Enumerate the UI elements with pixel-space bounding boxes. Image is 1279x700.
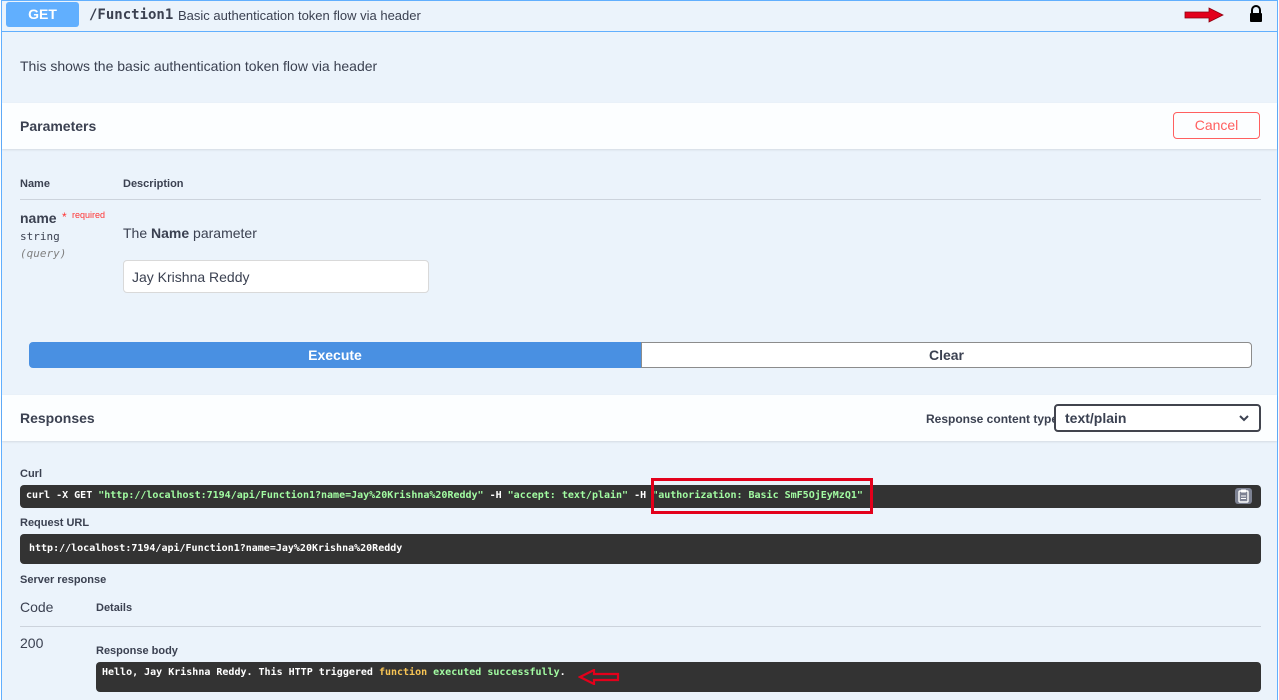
response-content-type-label: Response content type xyxy=(926,412,1059,426)
annotation-highlight-box xyxy=(651,478,873,514)
curl-h1: -H xyxy=(483,490,508,501)
body-part2: executed xyxy=(427,667,488,678)
selected-content-type: text/plain xyxy=(1065,410,1127,426)
curl-label: Curl xyxy=(20,468,42,480)
curl-accept: "accept: text/plain" xyxy=(507,490,629,501)
cancel-button[interactable]: Cancel xyxy=(1173,112,1260,139)
curl-cmd: curl -X GET xyxy=(26,490,99,501)
execute-button[interactable]: Execute xyxy=(29,342,641,368)
param-desc-prefix: The xyxy=(123,225,152,241)
curl-code-block[interactable]: curl -X GET "http://localhost:7194/api/F… xyxy=(20,485,1261,508)
param-desc-suffix: parameter xyxy=(189,225,257,241)
curl-url: "http://localhost:7194/api/Function1?nam… xyxy=(98,490,484,501)
request-url-block[interactable]: http://localhost:7194/api/Function1?name… xyxy=(20,534,1261,564)
operation-header[interactable]: GET /Function1 Basic authentication toke… xyxy=(2,1,1277,32)
response-body-label: Response body xyxy=(96,645,178,657)
name-input[interactable] xyxy=(123,260,429,293)
request-url-label: Request URL xyxy=(20,517,90,529)
body-part3: . xyxy=(559,667,566,678)
col-name-header: Name xyxy=(20,178,50,190)
endpoint-summary: Basic authentication token flow via head… xyxy=(178,8,421,23)
details-column-header: Details xyxy=(96,602,133,614)
col-description-header: Description xyxy=(123,178,184,190)
response-body-block[interactable]: Hello, Jay Krishna Reddy. This HTTP trig… xyxy=(96,662,1261,692)
responses-title: Responses xyxy=(20,410,95,426)
parameters-section-header: Parameters Cancel xyxy=(2,103,1277,149)
parameters-title: Parameters xyxy=(20,118,97,134)
curl-h2: -H xyxy=(628,490,653,501)
required-label: required xyxy=(72,210,106,220)
param-desc-bold: Name xyxy=(151,225,190,241)
required-star: * xyxy=(62,210,67,224)
param-type: string xyxy=(20,230,60,243)
copy-to-clipboard-icon[interactable] xyxy=(1235,488,1252,504)
operation-panel: GET /Function1 Basic authentication toke… xyxy=(1,0,1278,700)
annotation-arrow-left-icon xyxy=(578,669,620,685)
divider xyxy=(20,199,1261,200)
operation-description: This shows the basic authentication toke… xyxy=(20,58,378,74)
lock-icon[interactable] xyxy=(1248,5,1264,23)
response-content-type-select[interactable]: text/plain xyxy=(1054,404,1261,432)
divider xyxy=(20,626,1261,627)
code-column-header: Code xyxy=(20,599,54,615)
param-location: (query) xyxy=(20,247,67,260)
method-badge: GET xyxy=(6,2,79,27)
server-response-label: Server response xyxy=(20,574,107,586)
response-code: 200 xyxy=(20,635,44,651)
body-kw-success: successfully xyxy=(487,667,560,678)
annotation-arrow-icon xyxy=(1184,7,1224,23)
clipboard-icon xyxy=(1238,489,1249,503)
param-name: name xyxy=(20,210,57,226)
body-part1: Hello, Jay Krishna Reddy. This HTTP trig… xyxy=(102,667,379,678)
chevron-down-icon xyxy=(1239,415,1249,422)
param-description: The Name parameter xyxy=(123,225,257,241)
clear-button[interactable]: Clear xyxy=(641,342,1252,368)
body-kw-function: function xyxy=(378,667,428,678)
endpoint-path: /Function1 xyxy=(89,7,174,23)
